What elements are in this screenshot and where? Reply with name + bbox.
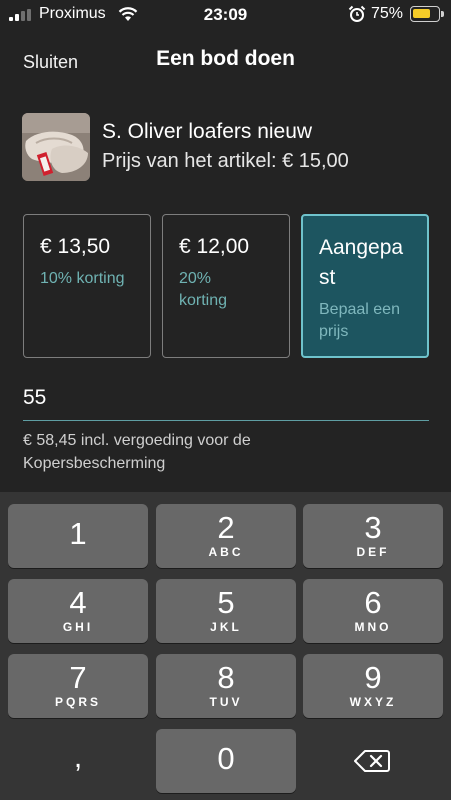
status-bar: Proximus 23:09 75%: [0, 0, 451, 30]
fee-note: € 58,45 incl. vergoeding voor de Kopersb…: [23, 432, 251, 472]
backspace-key[interactable]: [303, 729, 443, 793]
offer-discount: 10% korting: [40, 270, 125, 287]
key-comma[interactable]: ,: [8, 729, 148, 793]
input-underline: [23, 420, 429, 421]
key-0[interactable]: 0: [156, 729, 296, 793]
key-digit: ,: [73, 741, 83, 774]
key-letters: MNO: [354, 620, 392, 634]
key-2[interactable]: 2 ABC: [156, 504, 296, 568]
product-price: Prijs van het artikel: € 15,00: [102, 150, 349, 172]
battery-level: [413, 9, 430, 18]
numeric-keypad: 1 2 ABC 3 DEF 4 GHI 5 JKL 6 MNO 7 PQRS 8…: [0, 492, 451, 800]
key-3[interactable]: 3 DEF: [303, 504, 443, 568]
key-letters: JKL: [210, 620, 242, 634]
offer-option-10-percent[interactable]: € 13,50 10% korting: [23, 214, 151, 358]
battery-icon: [410, 6, 440, 22]
key-digit: 6: [364, 585, 382, 620]
key-5[interactable]: 5 JKL: [156, 579, 296, 643]
key-letters: GHI: [62, 620, 94, 634]
key-9[interactable]: 9 WXYZ: [303, 654, 443, 718]
key-digit: 0: [217, 741, 235, 776]
offer-option-custom[interactable]: Aangepast Bepaal een prijs: [301, 214, 429, 358]
key-digit: 4: [69, 585, 87, 620]
offer-discount: Bepaal een prijs: [319, 301, 400, 340]
key-letters: TUV: [209, 695, 243, 709]
key-digit: 7: [69, 660, 87, 695]
key-digit: 2: [217, 510, 235, 545]
alarm-icon: [348, 5, 366, 22]
key-letters: DEF: [356, 545, 390, 559]
page-title: Een bod doen: [156, 47, 295, 70]
key-digit: 9: [364, 660, 382, 695]
backspace-icon: [354, 750, 390, 772]
key-digit: 1: [69, 516, 87, 551]
key-8[interactable]: 8 TUV: [156, 654, 296, 718]
battery-nub: [441, 11, 444, 17]
key-digit: 3: [364, 510, 382, 545]
offer-option-20-percent[interactable]: € 12,00 20% korting: [162, 214, 290, 358]
key-digit: 8: [217, 660, 235, 695]
key-6[interactable]: 6 MNO: [303, 579, 443, 643]
battery-percent: 75%: [371, 5, 404, 22]
offer-price-input[interactable]: [23, 386, 428, 410]
offer-discount: 20% korting: [179, 270, 228, 309]
offer-amount: € 12,00: [179, 235, 250, 258]
key-letters: ABC: [208, 545, 244, 559]
product-thumbnail: [22, 113, 90, 181]
key-1[interactable]: 1: [8, 504, 148, 568]
key-7[interactable]: 7 PQRS: [8, 654, 148, 718]
key-letters: PQRS: [54, 695, 101, 709]
key-letters: WXYZ: [349, 695, 397, 709]
key-4[interactable]: 4 GHI: [8, 579, 148, 643]
offer-amount: € 13,50: [40, 235, 111, 258]
loafers-photo: [22, 113, 90, 181]
offer-amount: Aangepast: [319, 236, 404, 289]
product-name: S. Oliver loafers nieuw: [102, 120, 313, 143]
key-digit: 5: [217, 585, 235, 620]
